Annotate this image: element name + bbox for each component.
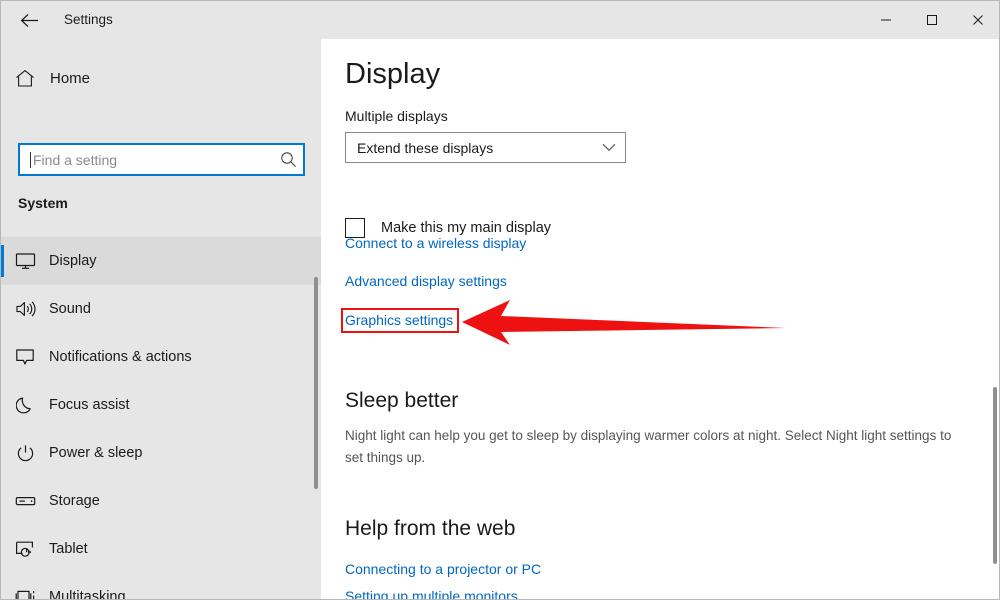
sidebar: Home Find a setting System Display Sound… [1, 39, 321, 600]
drive-icon [1, 494, 49, 508]
sidebar-item-power-sleep[interactable]: Power & sleep [1, 429, 321, 477]
sidebar-item-display[interactable]: Display [1, 237, 321, 285]
back-arrow-icon [20, 13, 39, 28]
sidebar-nav-list: Display Sound Notifications & actions Fo… [1, 237, 321, 600]
notification-icon [1, 348, 49, 367]
sidebar-item-label: Display [49, 253, 97, 269]
main-content: Display Multiple displays Extend these d… [321, 39, 999, 599]
sidebar-item-storage[interactable]: Storage [1, 477, 321, 525]
settings-window: Settings Home Find a setting System Disp… [0, 0, 1000, 600]
multiple-displays-label: Multiple displays [345, 108, 448, 124]
multiple-displays-dropdown[interactable]: Extend these displays [345, 132, 626, 163]
home-label: Home [50, 69, 91, 87]
sidebar-item-focus-assist[interactable]: Focus assist [1, 381, 321, 429]
sidebar-item-label: Tablet [49, 541, 88, 557]
maximize-button[interactable] [909, 1, 955, 39]
sidebar-item-notifications[interactable]: Notifications & actions [1, 333, 321, 381]
page-title: Display [345, 58, 441, 90]
multitasking-icon [1, 588, 49, 599]
search-icon[interactable] [273, 151, 303, 168]
close-icon [972, 14, 984, 26]
sidebar-item-label: Power & sleep [49, 445, 143, 461]
tablet-icon [1, 540, 49, 559]
link-advanced-display-settings[interactable]: Advanced display settings [345, 273, 507, 289]
sidebar-item-label: Focus assist [49, 397, 130, 413]
search-input[interactable]: Find a setting [33, 152, 273, 168]
link-setting-up-multiple-monitors[interactable]: Setting up multiple monitors [345, 588, 518, 599]
sidebar-item-label: Sound [49, 301, 91, 317]
back-button[interactable] [9, 5, 49, 35]
sidebar-item-label: Notifications & actions [49, 349, 192, 365]
monitor-icon [1, 252, 49, 270]
search-box[interactable]: Find a setting [18, 143, 305, 176]
minimize-button[interactable] [863, 1, 909, 39]
power-icon [1, 444, 49, 463]
sleep-section-body: Night light can help you get to sleep by… [345, 428, 952, 465]
sidebar-item-multitasking[interactable]: Multitasking [1, 573, 321, 600]
sidebar-group-title: System [18, 195, 68, 211]
content-scrollbar[interactable] [993, 387, 997, 564]
link-connect-wireless-display[interactable]: Connect to a wireless display [345, 235, 526, 251]
sleep-section-title: Sleep better [345, 389, 459, 412]
window-controls [863, 1, 999, 39]
speaker-icon [1, 300, 49, 318]
main-display-checkbox-label: Make this my main display [381, 220, 552, 236]
sidebar-scrollbar[interactable] [314, 277, 318, 489]
link-connecting-projector-pc[interactable]: Connecting to a projector or PC [345, 561, 541, 577]
moon-icon [1, 396, 49, 415]
link-graphics-settings[interactable]: Graphics settings [345, 312, 453, 328]
maximize-icon [926, 14, 938, 26]
sidebar-item-home[interactable]: Home [1, 59, 321, 97]
titlebar: Settings [1, 1, 999, 39]
text-caret [30, 151, 31, 168]
sidebar-item-tablet[interactable]: Tablet [1, 525, 321, 573]
help-section-title: Help from the web [345, 517, 516, 540]
minimize-icon [880, 14, 892, 26]
sidebar-item-label: Multitasking [49, 589, 126, 600]
close-button[interactable] [955, 1, 999, 39]
home-icon [1, 69, 49, 88]
window-title: Settings [64, 12, 113, 27]
sidebar-item-label: Storage [49, 493, 100, 509]
chevron-down-icon [593, 143, 625, 152]
dropdown-selected-value: Extend these displays [357, 139, 494, 156]
sidebar-item-sound[interactable]: Sound [1, 285, 321, 333]
